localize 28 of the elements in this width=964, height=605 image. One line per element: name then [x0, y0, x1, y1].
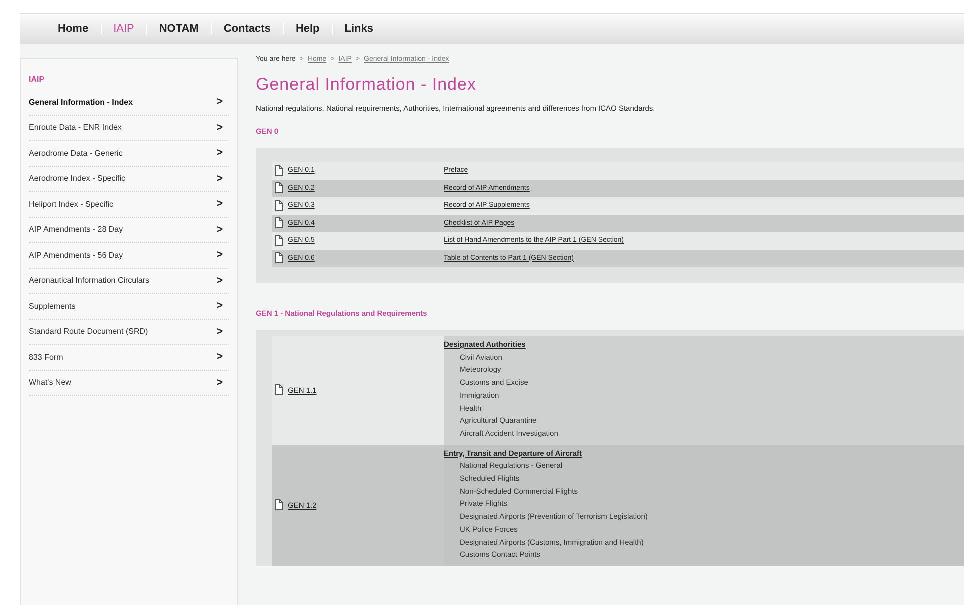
nav-tab[interactable]: Home	[46, 23, 101, 35]
document-icon	[274, 217, 284, 230]
sidebar-item[interactable]: General Information - Index >	[29, 90, 229, 116]
sidebar-item[interactable]: Heliport Index - Specific >	[29, 192, 229, 218]
sidebar-item[interactable]: AIP Amendments - 56 Day >	[29, 243, 229, 268]
nav-tab[interactable]: Help	[282, 23, 332, 35]
sidebar-item[interactable]: Aeronautical Information Circulars >	[29, 268, 229, 294]
sidebar-item[interactable]: Enroute Data - ENR Index >	[29, 116, 229, 141]
sidebar-heading: IAIP	[29, 75, 46, 84]
sidebar-item[interactable]: Aerodrome Data - Generic >	[29, 141, 229, 166]
document-icon	[274, 200, 284, 212]
document-icon	[274, 182, 284, 194]
document-icon	[274, 499, 284, 512]
nav-tab[interactable]: IAIP	[100, 23, 146, 35]
nav-tab[interactable]: NOTAM	[146, 23, 211, 35]
document-icon	[274, 384, 284, 396]
sidebar-item[interactable]: What's New >	[29, 370, 229, 396]
nav-tab[interactable]: Links	[332, 23, 386, 35]
sidebar-item[interactable]: Aerodrome Index - Specific >	[29, 166, 229, 192]
sidebar-item[interactable]: AIP Amendments - 28 Day >	[29, 218, 229, 243]
document-icon	[274, 164, 284, 177]
sidebar-item[interactable]: Supplements >	[29, 294, 229, 320]
page-title: General Information - Index	[256, 75, 478, 95]
sidebar-item[interactable]: Standard Route Document (SRD) >	[29, 320, 229, 345]
document-icon	[274, 252, 284, 264]
nav-tab[interactable]: Contacts	[210, 23, 283, 35]
document-icon	[274, 234, 284, 247]
sidebar-item[interactable]: 833 Form >	[29, 345, 229, 370]
